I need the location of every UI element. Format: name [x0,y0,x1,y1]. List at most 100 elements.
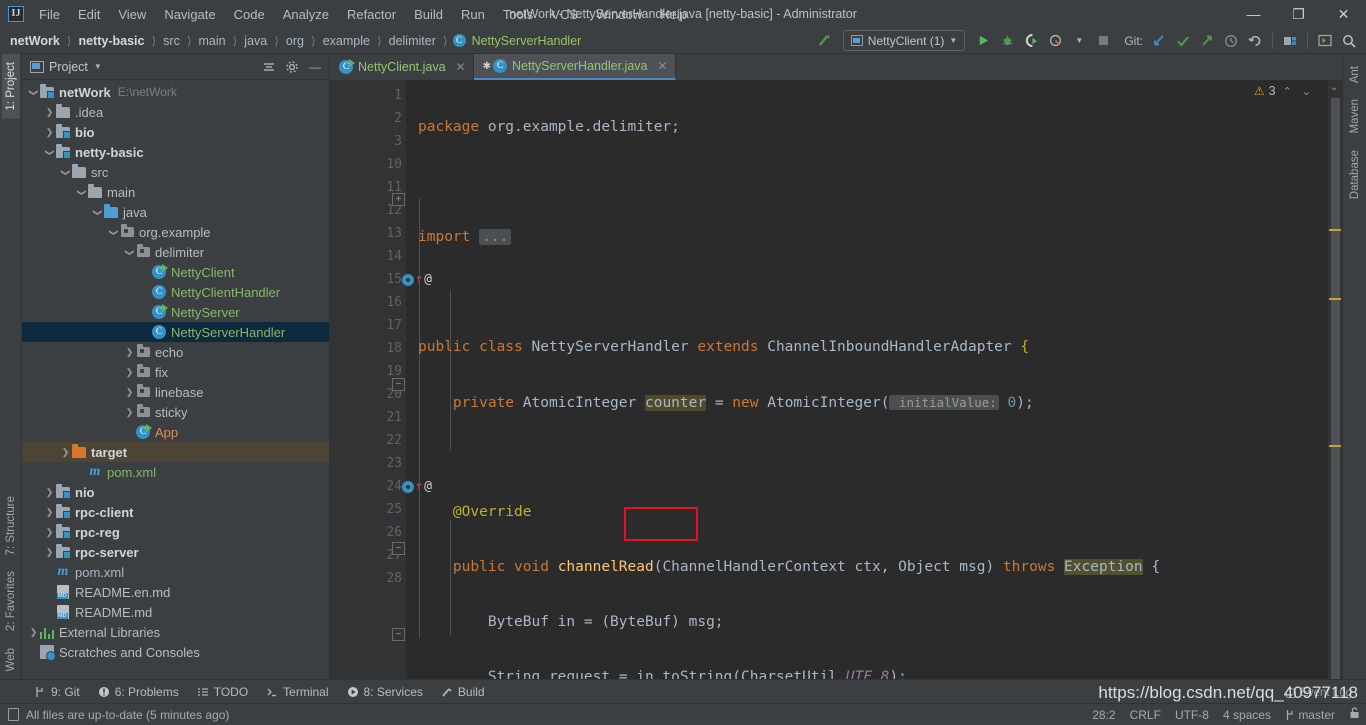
tree-node-linebase[interactable]: ❯ linebase [22,382,329,402]
breadcrumb-src[interactable]: src [161,33,182,49]
lock-icon[interactable] [1349,707,1360,722]
menu-code[interactable]: Code [225,4,274,25]
tree-node-echo[interactable]: ❯ echo [22,342,329,362]
chevron-right-icon[interactable]: ❯ [28,627,39,638]
search-everywhere-icon[interactable] [1338,30,1360,52]
chevron-right-icon[interactable]: ❯ [60,447,71,458]
collapse-all-icon[interactable] [259,57,279,77]
breadcrumb-delimiter[interactable]: delimiter [387,33,438,49]
menu-help[interactable]: Help [651,4,696,25]
chevron-down-icon[interactable]: ❯ [44,147,55,158]
tool-tab-todo[interactable]: TODO [189,683,256,701]
next-problem-icon[interactable]: ⌄ [1299,85,1314,98]
fold-collapse-method-icon[interactable]: − [392,378,405,391]
chevron-right-icon[interactable]: ❯ [124,367,135,378]
gutter-line-15[interactable]: 15↑@ [330,268,432,291]
gutter-line-21[interactable]: 21 [330,406,406,429]
tree-node-java[interactable]: ❯ java [22,202,329,222]
fold-expand-import-icon[interactable]: + [392,193,405,206]
chevron-down-icon[interactable]: ❯ [28,87,39,98]
close-icon[interactable]: ✕ [456,60,466,74]
run-configuration-selector[interactable]: NettyClient (1) ▼ [842,30,966,51]
tree-node-sticky[interactable]: ❯ sticky [22,402,329,422]
chevron-right-icon[interactable]: · [76,467,87,477]
settings-gear-icon[interactable] [282,57,302,77]
tree-node-org-example[interactable]: ❯ org.example [22,222,329,242]
file-encoding[interactable]: UTF-8 [1175,708,1209,722]
tree-node-main[interactable]: ❯ main [22,182,329,202]
tree-node-scratches-and-consoles[interactable]: · Scratches and Consoles [22,642,329,662]
tool-tab-services[interactable]: 8: Services [339,683,431,701]
tree-node-external-libraries[interactable]: ❯ External Libraries [22,622,329,642]
gutter-line-17[interactable]: 17 [330,314,406,337]
chevron-down-icon[interactable]: ❯ [60,167,71,178]
tree-node-netty-basic[interactable]: ❯ netty-basic [22,142,329,162]
close-icon[interactable]: ✕ [657,59,667,73]
maximize-button[interactable]: ❐ [1276,0,1321,28]
chevron-right-icon[interactable]: ❯ [124,347,135,358]
caret-position[interactable]: 28:2 [1092,708,1115,722]
fold-collapse-method-icon[interactable]: − [392,628,405,641]
tool-tab-problems[interactable]: 6: Problems [90,683,187,701]
chevron-right-icon[interactable]: ❯ [44,127,55,138]
chevron-right-icon[interactable]: ❯ [44,507,55,518]
tool-tab-git[interactable]: 9: Git [26,683,88,701]
sidebar-item-project[interactable]: 1: Project [1,54,20,119]
tree-node-nettyclienthandler[interactable]: ·C NettyClientHandler [22,282,329,302]
chevron-right-icon[interactable]: ❯ [44,107,55,118]
sidebar-item-maven[interactable]: Maven [1346,91,1364,142]
chevron-right-icon[interactable]: ❯ [124,387,135,398]
tree-node-delimiter[interactable]: ❯ delimiter [22,242,329,262]
gutter-line-16[interactable]: 16 [330,291,406,314]
menu-tools[interactable]: Tools [494,4,542,25]
build-hammer-icon[interactable] [814,30,836,52]
tree-node-nettyclient[interactable]: ·CNettyClient [22,262,329,282]
tree-node-pom-xml[interactable]: ·m pom.xml [22,462,329,482]
tree-node-nettyserver[interactable]: ·CNettyServer [22,302,329,322]
menu-build[interactable]: Build [405,4,452,25]
tree-node-readme-md[interactable]: · README.md [22,602,329,622]
chevron-right-icon[interactable]: · [44,607,55,617]
breadcrumb-java[interactable]: java [242,33,269,49]
menu-navigate[interactable]: Navigate [155,4,224,25]
sidebar-item-structure[interactable]: 7: Structure [2,488,20,563]
tree-node-target[interactable]: ❯ target [22,442,329,462]
warning-stripe-mark[interactable] [1329,298,1341,300]
tree-node-rpc-server[interactable]: ❯ rpc-server [22,542,329,562]
breadcrumb-netWork[interactable]: netWork [8,33,62,49]
chevron-right-icon[interactable]: · [140,267,151,277]
tree-node-rpc-reg[interactable]: ❯ rpc-reg [22,522,329,542]
breadcrumb-example[interactable]: example [321,33,372,49]
warning-stripe-mark[interactable] [1329,445,1341,447]
git-commit-icon[interactable] [1172,30,1194,52]
debug-icon[interactable] [996,30,1018,52]
menu-window[interactable]: Window [587,4,651,25]
tree-node-bio[interactable]: ❯ bio [22,122,329,142]
gutter-line-22[interactable]: 22 [330,429,406,452]
tree-node-network[interactable]: ❯ netWork E:\netWork [22,82,329,102]
minimize-button[interactable]: — [1231,0,1276,28]
menu-file[interactable]: File [30,4,69,25]
menu-edit[interactable]: Edit [69,4,109,25]
inspection-status[interactable]: ⚠ 3 ⌃ ⌄ [1254,84,1314,98]
gutter-line-23[interactable]: 23 [330,452,406,475]
menu-vcs[interactable]: VCS [542,4,587,25]
chevron-down-icon[interactable]: ❯ [92,207,103,218]
git-branch[interactable]: master [1285,708,1335,722]
breadcrumb-class[interactable]: NettyServerHandler [470,33,584,49]
git-history-icon[interactable] [1220,30,1242,52]
gutter-line-2[interactable]: 2 [330,107,406,130]
chevron-down-icon[interactable]: ❯ [124,247,135,258]
sidebar-item-ant[interactable]: Ant [1346,58,1364,91]
menu-run[interactable]: Run [452,4,494,25]
indent-setting[interactable]: 4 spaces [1223,708,1271,722]
tree-node-nettyserverhandler[interactable]: ·C NettyServerHandler [22,322,329,342]
menu-analyze[interactable]: Analyze [274,4,338,25]
menu-refactor[interactable]: Refactor [338,4,405,25]
chevron-down-icon[interactable]: ❯ [108,227,119,238]
tool-tab-build[interactable]: Build [433,683,493,701]
gutter-line-1[interactable]: 1 [330,84,406,107]
code-content[interactable]: package org.example.delimiter; import ..… [406,80,1328,679]
line-separator[interactable]: CRLF [1130,708,1161,722]
gutter-line-10[interactable]: 10 [330,153,406,176]
